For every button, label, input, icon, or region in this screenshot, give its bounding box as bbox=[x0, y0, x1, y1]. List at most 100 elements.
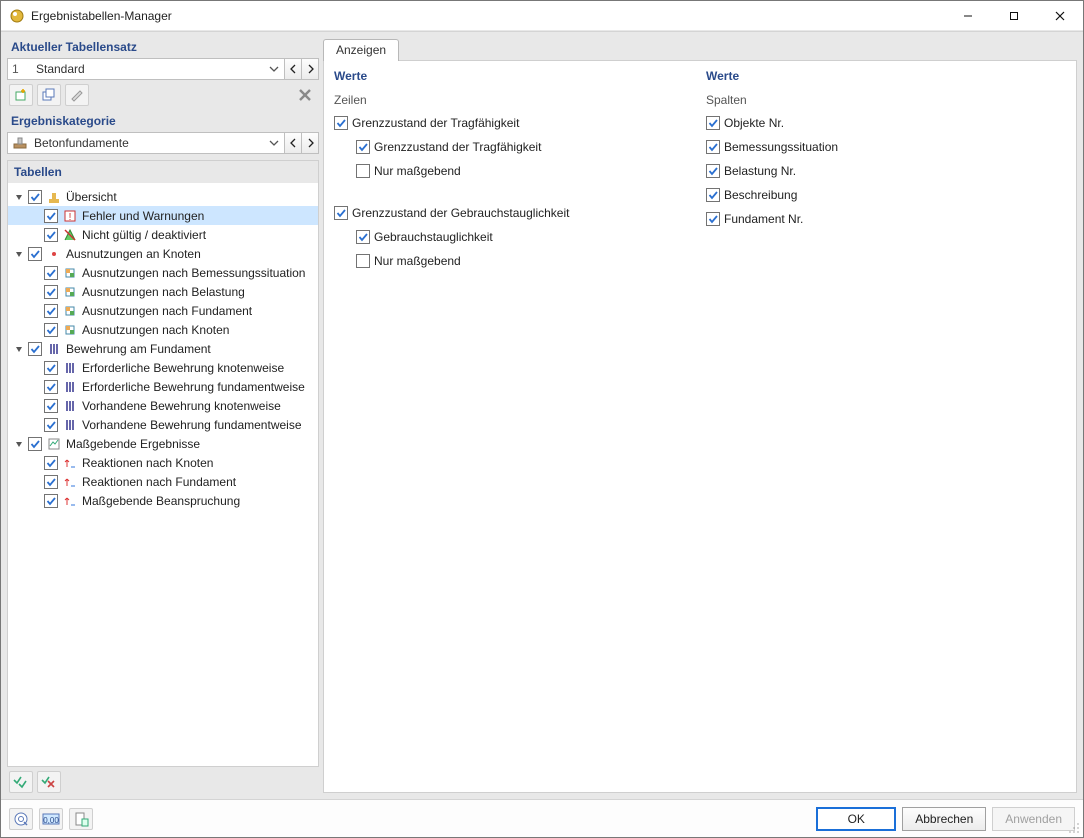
rename-tableset-button[interactable] bbox=[65, 84, 89, 106]
checkbox[interactable] bbox=[334, 206, 348, 220]
checkbox[interactable] bbox=[706, 116, 720, 130]
resize-grip-icon[interactable] bbox=[1068, 822, 1080, 834]
expander-icon[interactable] bbox=[12, 190, 26, 204]
checkbox[interactable] bbox=[356, 230, 370, 244]
checkbox[interactable] bbox=[44, 323, 58, 337]
tree-group[interactable]: Übersicht bbox=[8, 187, 318, 206]
checkbox[interactable] bbox=[28, 342, 42, 356]
checkbox[interactable] bbox=[356, 140, 370, 154]
check-item[interactable]: Bemessungssituation bbox=[706, 137, 1066, 157]
delete-tableset-button[interactable] bbox=[293, 84, 317, 106]
right-panel: Anzeigen Werte Zeilen Grenzzustand der T… bbox=[319, 32, 1083, 799]
check-all-button[interactable] bbox=[9, 771, 33, 793]
checkbox[interactable] bbox=[28, 190, 42, 204]
minimize-button[interactable] bbox=[945, 1, 991, 31]
tableset-next-button[interactable] bbox=[301, 58, 319, 80]
ok-button[interactable]: OK bbox=[816, 807, 896, 831]
checkbox[interactable] bbox=[28, 247, 42, 261]
checkbox[interactable] bbox=[44, 285, 58, 299]
check-item[interactable]: Objekte Nr. bbox=[706, 113, 1066, 133]
checkbox[interactable] bbox=[44, 209, 58, 223]
tableset-combo[interactable]: 1 Standard bbox=[7, 58, 285, 80]
checkbox[interactable] bbox=[44, 418, 58, 432]
design-icon bbox=[62, 322, 78, 338]
check-item[interactable]: Belastung Nr. bbox=[706, 161, 1066, 181]
tree-item[interactable]: Reaktionen nach Fundament bbox=[8, 472, 318, 491]
expander-icon[interactable] bbox=[12, 247, 26, 261]
app-icon bbox=[9, 8, 25, 24]
check-item[interactable]: Nur maßgebend bbox=[334, 251, 702, 271]
category-combo[interactable]: Betonfundamente bbox=[7, 132, 285, 154]
tree-item[interactable]: Ausnutzungen nach Belastung bbox=[8, 282, 318, 301]
tree-label: Ausnutzungen an Knoten bbox=[66, 247, 201, 261]
rebar-icon bbox=[46, 341, 62, 357]
tableset-name: Standard bbox=[36, 62, 260, 76]
tree-label: Bewehrung am Fundament bbox=[66, 342, 211, 356]
tree-item[interactable]: Nicht gültig / deaktiviert bbox=[8, 225, 318, 244]
checkbox[interactable] bbox=[44, 456, 58, 470]
checkbox[interactable] bbox=[44, 475, 58, 489]
category-next-button[interactable] bbox=[301, 132, 319, 154]
tree-item[interactable]: Vorhandene Bewehrung fundamentweise bbox=[8, 415, 318, 434]
checkbox[interactable] bbox=[706, 212, 720, 226]
tableset-section: Aktueller Tabellensatz 1 Standard bbox=[7, 38, 319, 106]
tree-item[interactable]: Erforderliche Bewehrung fundamentweise bbox=[8, 377, 318, 396]
check-item[interactable]: Beschreibung bbox=[706, 185, 1066, 205]
tree-item[interactable]: Ausnutzungen nach Bemessungssituation bbox=[8, 263, 318, 282]
checkbox[interactable] bbox=[356, 254, 370, 268]
close-button[interactable] bbox=[1037, 1, 1083, 31]
tables-tree[interactable]: Übersicht ! Fehler und Warnungen Nicht g… bbox=[7, 183, 319, 767]
units-button[interactable]: 0,00 bbox=[39, 808, 63, 830]
checkbox[interactable] bbox=[28, 437, 42, 451]
checkbox[interactable] bbox=[44, 380, 58, 394]
left-panel: Aktueller Tabellensatz 1 Standard bbox=[1, 32, 319, 799]
expander-icon[interactable] bbox=[12, 342, 26, 356]
clipboard-button[interactable] bbox=[69, 808, 93, 830]
tree-item[interactable]: Maßgebende Beanspruchung bbox=[8, 491, 318, 510]
check-item[interactable]: Gebrauchstauglichkeit bbox=[334, 227, 702, 247]
tree-item[interactable]: ! Fehler und Warnungen bbox=[8, 206, 318, 225]
tableset-prev-button[interactable] bbox=[284, 58, 302, 80]
check-item[interactable]: Fundament Nr. bbox=[706, 209, 1066, 229]
tree-item[interactable]: Ausnutzungen nach Knoten bbox=[8, 320, 318, 339]
check-item[interactable]: Grenzzustand der Tragfähigkeit bbox=[334, 113, 702, 133]
tree-group[interactable]: Ausnutzungen an Knoten bbox=[8, 244, 318, 263]
tree-group[interactable]: Maßgebende Ergebnisse bbox=[8, 434, 318, 453]
tree-label: Maßgebende Beanspruchung bbox=[82, 494, 240, 508]
new-tableset-button[interactable] bbox=[9, 84, 33, 106]
maximize-button[interactable] bbox=[991, 1, 1037, 31]
tree-group[interactable]: Bewehrung am Fundament bbox=[8, 339, 318, 358]
tree-label: Ausnutzungen nach Belastung bbox=[82, 285, 245, 299]
check-label: Grenzzustand der Tragfähigkeit bbox=[352, 116, 519, 130]
rows-label: Zeilen bbox=[334, 93, 702, 107]
checkbox[interactable] bbox=[706, 164, 720, 178]
help-button[interactable] bbox=[9, 808, 33, 830]
check-item[interactable]: Grenzzustand der Gebrauchstauglichkeit bbox=[334, 203, 702, 223]
checkbox[interactable] bbox=[44, 266, 58, 280]
checkbox[interactable] bbox=[44, 228, 58, 242]
checkbox[interactable] bbox=[44, 304, 58, 318]
check-item[interactable]: Grenzzustand der Tragfähigkeit bbox=[334, 137, 702, 157]
category-prev-button[interactable] bbox=[284, 132, 302, 154]
expander-icon[interactable] bbox=[12, 437, 26, 451]
tree-item[interactable]: Reaktionen nach Knoten bbox=[8, 453, 318, 472]
tab-display[interactable]: Anzeigen bbox=[323, 39, 399, 61]
check-label: Grenzzustand der Tragfähigkeit bbox=[374, 140, 541, 154]
checkbox[interactable] bbox=[44, 494, 58, 508]
tree-item[interactable]: Vorhandene Bewehrung knotenweise bbox=[8, 396, 318, 415]
copy-tableset-button[interactable] bbox=[37, 84, 61, 106]
checkbox[interactable] bbox=[44, 399, 58, 413]
tree-label: Ausnutzungen nach Fundament bbox=[82, 304, 252, 318]
check-label: Beschreibung bbox=[724, 188, 797, 202]
checkbox[interactable] bbox=[334, 116, 348, 130]
check-item[interactable]: Nur maßgebend bbox=[334, 161, 702, 181]
tree-item[interactable]: Erforderliche Bewehrung knotenweise bbox=[8, 358, 318, 377]
tree-item[interactable]: Ausnutzungen nach Fundament bbox=[8, 301, 318, 320]
checkbox[interactable] bbox=[356, 164, 370, 178]
checkbox[interactable] bbox=[706, 188, 720, 202]
checkbox[interactable] bbox=[44, 361, 58, 375]
cancel-button[interactable]: Abbrechen bbox=[902, 807, 986, 831]
uncheck-all-button[interactable] bbox=[37, 771, 61, 793]
values-heading: Werte bbox=[334, 69, 702, 83]
checkbox[interactable] bbox=[706, 140, 720, 154]
